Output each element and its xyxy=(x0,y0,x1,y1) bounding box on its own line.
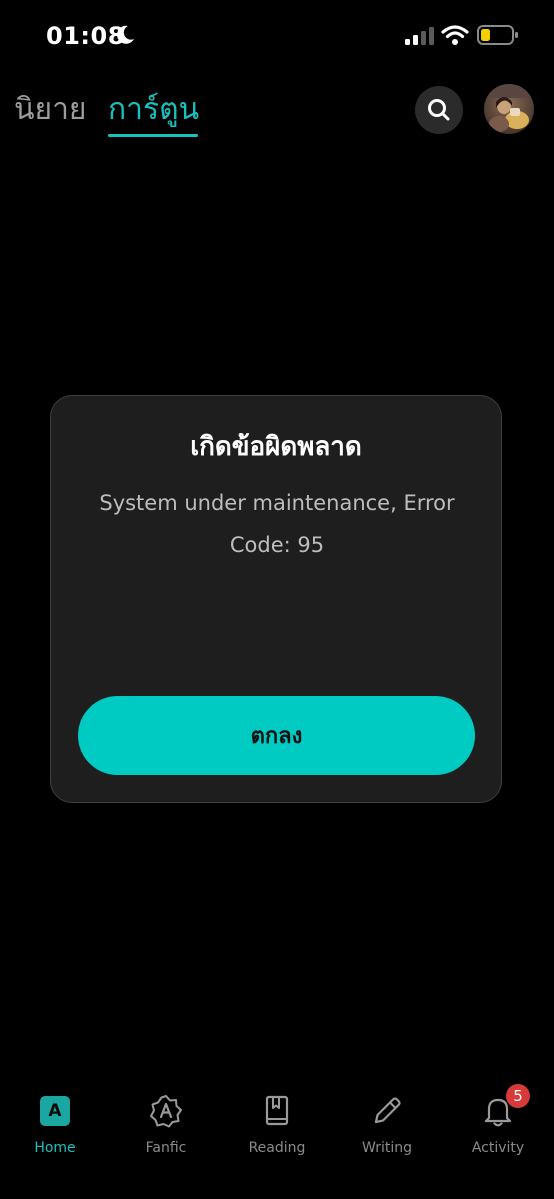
wifi-icon xyxy=(441,25,469,45)
dialog-message: System under maintenance, Error Code: 95 xyxy=(99,491,455,557)
bottom-tab-label: Reading xyxy=(248,1140,306,1156)
home-icon: A xyxy=(38,1094,72,1128)
avatar-image xyxy=(484,84,534,134)
top-nav: นิยาย การ์ตูน xyxy=(0,80,554,140)
tab-novel[interactable]: นิยาย xyxy=(14,90,87,130)
dialog-title: เกิดข้อผิดพลาด xyxy=(190,432,362,462)
bottom-tab-reading[interactable]: Reading xyxy=(227,1090,327,1160)
search-icon xyxy=(428,99,450,121)
pencil-icon xyxy=(370,1094,404,1128)
error-dialog: เกิดข้อผิดพลาด System under maintenance,… xyxy=(50,395,502,803)
avatar[interactable] xyxy=(484,84,534,134)
ok-button[interactable]: ตกลง xyxy=(78,696,475,775)
bottom-tab-activity[interactable]: 5 Activity xyxy=(448,1084,548,1160)
signal-icon xyxy=(405,27,434,45)
battery-icon xyxy=(477,25,518,45)
book-icon xyxy=(260,1094,294,1128)
search-button[interactable] xyxy=(415,86,463,134)
fanfic-icon xyxy=(149,1094,183,1128)
bottom-tab-bar: A Home Fanfic Reading Writing 5 Activity xyxy=(0,1080,554,1199)
active-tab-indicator xyxy=(108,134,198,137)
notification-badge: 5 xyxy=(506,1084,530,1108)
bottom-tab-label: Home xyxy=(34,1140,76,1156)
bottom-tab-writing[interactable]: Writing xyxy=(337,1090,437,1160)
bottom-tab-fanfic[interactable]: Fanfic xyxy=(116,1090,216,1160)
status-bar: 01:08 xyxy=(0,0,554,72)
bottom-tab-label: Fanfic xyxy=(145,1140,187,1156)
moon-icon xyxy=(117,25,134,44)
bottom-tab-label: Writing xyxy=(362,1140,412,1156)
bottom-tab-label: Activity xyxy=(471,1140,525,1156)
tab-cartoon[interactable]: การ์ตูน xyxy=(108,90,199,130)
bottom-tab-home[interactable]: A Home xyxy=(5,1090,105,1160)
